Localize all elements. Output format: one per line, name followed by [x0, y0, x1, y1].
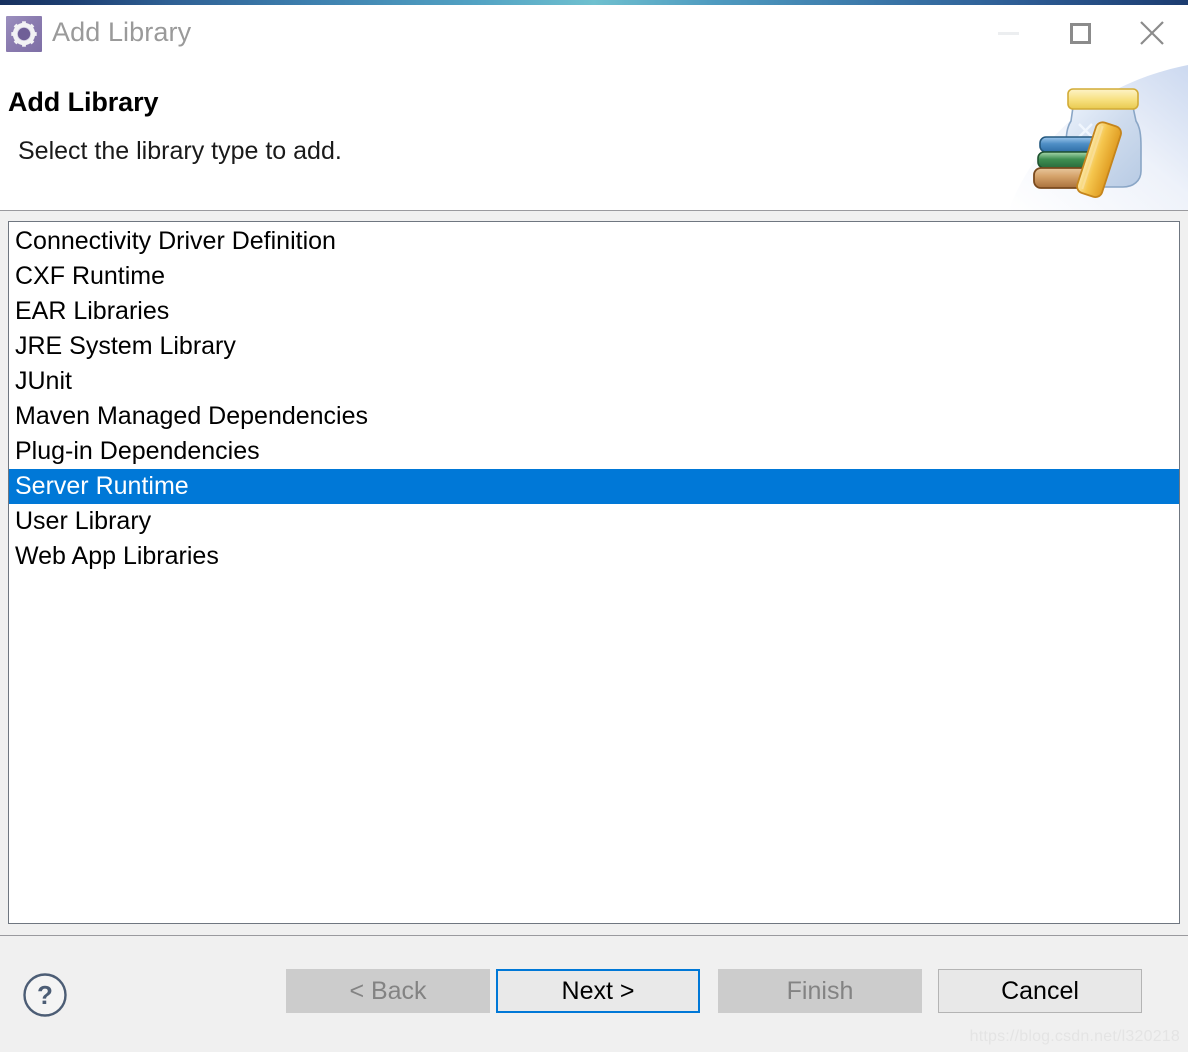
- add-library-dialog: Add Library Add Library Select the libra…: [0, 0, 1188, 1052]
- window-accent-strip: [0, 0, 1188, 5]
- list-item[interactable]: Maven Managed Dependencies: [9, 399, 1179, 434]
- wizard-banner: Add Library Select the library type to a…: [0, 65, 1188, 211]
- library-type-list[interactable]: Connectivity Driver Definition CXF Runti…: [8, 221, 1180, 924]
- close-button[interactable]: [1116, 5, 1188, 61]
- dialog-content: Connectivity Driver Definition CXF Runti…: [0, 211, 1188, 935]
- dialog-button-bar: ? < Back Next > Finish Cancel https://bl…: [0, 935, 1188, 1052]
- back-button[interactable]: < Back: [286, 969, 490, 1013]
- watermark-text: https://blog.csdn.net/l320218: [969, 1028, 1180, 1045]
- window-title: Add Library: [52, 17, 192, 47]
- list-item[interactable]: JUnit: [9, 364, 1179, 399]
- list-item[interactable]: Connectivity Driver Definition: [9, 224, 1179, 259]
- page-title: Add Library: [8, 87, 159, 117]
- svg-text:?: ?: [37, 980, 53, 1010]
- list-item[interactable]: JRE System Library: [9, 329, 1179, 364]
- close-icon: [1140, 21, 1164, 45]
- help-button[interactable]: ?: [22, 972, 68, 1018]
- title-bar: Add Library: [0, 0, 1188, 65]
- maximize-icon: [1069, 22, 1091, 44]
- wizard-buttons: < Back Next > Finish Cancel: [286, 969, 1142, 1013]
- minimize-button[interactable]: [972, 5, 1044, 61]
- list-item[interactable]: User Library: [9, 504, 1179, 539]
- list-item[interactable]: EAR Libraries: [9, 294, 1179, 329]
- list-item-selected[interactable]: Server Runtime: [9, 469, 1179, 504]
- window-controls: [972, 5, 1188, 61]
- finish-button[interactable]: Finish: [718, 969, 922, 1013]
- cancel-button[interactable]: Cancel: [938, 969, 1142, 1013]
- jar-with-books-icon: [1033, 88, 1142, 198]
- list-item[interactable]: Plug-in Dependencies: [9, 434, 1179, 469]
- list-item[interactable]: CXF Runtime: [9, 259, 1179, 294]
- gear-icon: [6, 15, 42, 52]
- next-button[interactable]: Next >: [496, 969, 700, 1013]
- minimize-icon: [997, 31, 1019, 35]
- list-item[interactable]: Web App Libraries: [9, 539, 1179, 574]
- help-icon: ?: [23, 973, 67, 1017]
- page-subtitle: Select the library type to add.: [18, 137, 342, 165]
- maximize-button[interactable]: [1044, 5, 1116, 61]
